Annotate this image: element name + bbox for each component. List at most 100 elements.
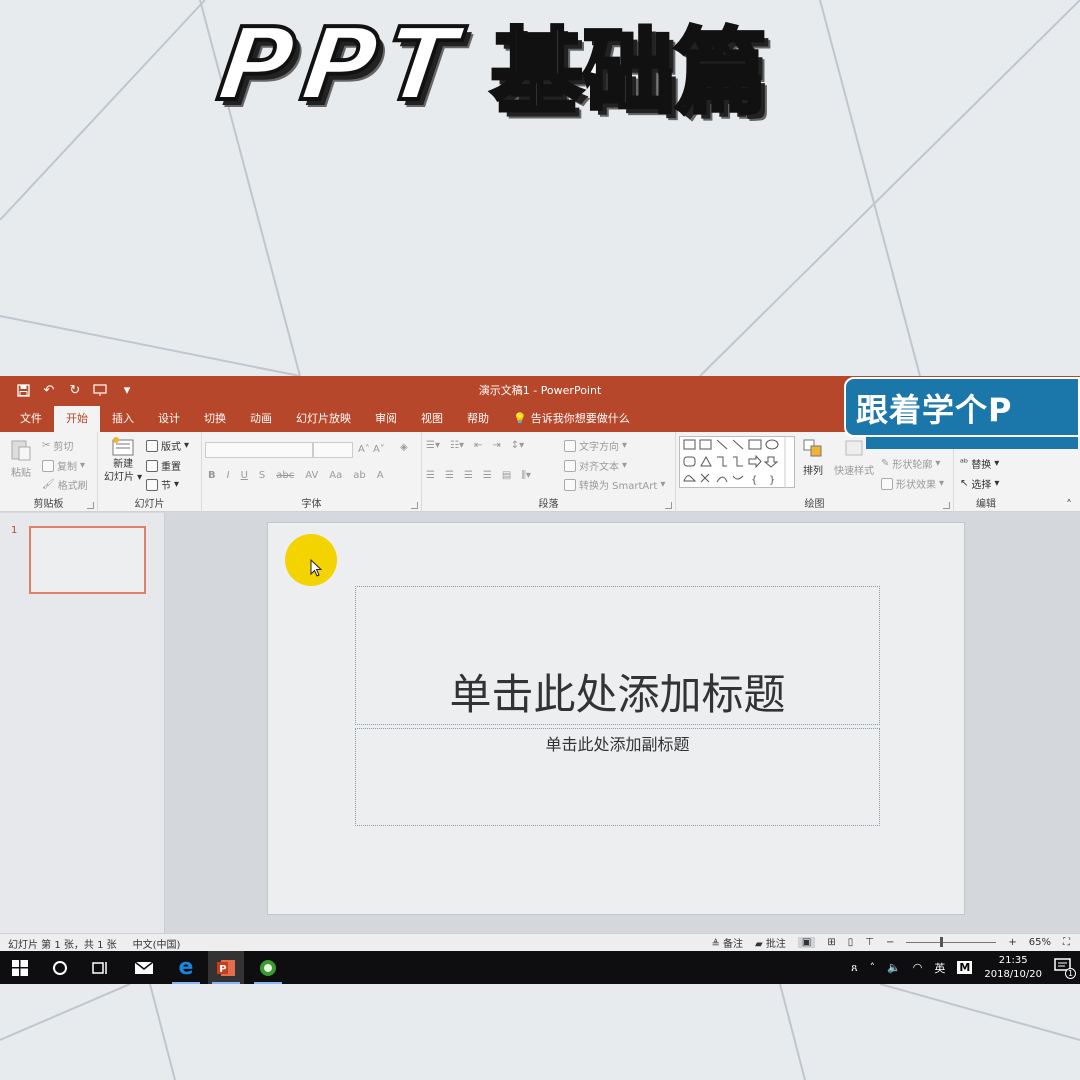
columns-icon[interactable]: ⫼▾ — [521, 470, 531, 481]
change-case-button[interactable]: Aa — [329, 470, 342, 481]
paste-button[interactable]: 粘贴 — [10, 438, 32, 479]
clipboard-launcher-icon[interactable] — [87, 502, 94, 509]
fit-to-window-icon[interactable]: ⛶ — [1063, 937, 1070, 948]
tab-slide-show[interactable]: 幻灯片放映 — [284, 406, 363, 432]
zoom-slider[interactable] — [906, 937, 997, 947]
grow-font-icon[interactable]: A˄ A˅ — [358, 444, 385, 455]
text-direction-button[interactable]: 文字方向 ▾ — [564, 438, 627, 453]
camtasia-app-button[interactable] — [250, 951, 286, 984]
cortana-button[interactable] — [42, 951, 78, 984]
zoom-in-icon[interactable]: + — [1008, 937, 1016, 948]
new-slide-label-2: 幻灯片 — [104, 472, 134, 483]
zoom-slider-thumb[interactable] — [940, 937, 944, 947]
italic-button[interactable]: I — [227, 470, 230, 481]
layout-icon — [146, 439, 158, 452]
highlight-button[interactable]: ab — [353, 470, 365, 481]
font-launcher-icon[interactable] — [411, 502, 418, 509]
tell-me-label: 告诉我你想要做什么 — [530, 412, 630, 425]
increase-indent-icon[interactable]: ⇥ — [492, 440, 500, 451]
volume-icon[interactable]: 🔈 — [887, 961, 901, 974]
select-arrow-icon: ↖ — [960, 478, 969, 489]
character-spacing-button[interactable]: AV — [305, 470, 318, 481]
section-button[interactable]: 节 ▾ — [146, 477, 179, 492]
strikethrough-button[interactable]: abc — [276, 470, 294, 481]
zoom-level[interactable]: 65% — [1029, 937, 1051, 948]
align-buttons: ☰ ☰ ☰ ☰ ▤ ⫼▾ — [426, 470, 531, 481]
action-center-icon[interactable]: 1 — [1054, 958, 1076, 979]
layout-button[interactable]: 版式 ▾ — [146, 438, 189, 453]
tab-file[interactable]: 文件 — [8, 406, 54, 432]
tab-design[interactable]: 设计 — [146, 406, 192, 432]
ime-mode-icon[interactable]: M — [957, 961, 973, 974]
subtitle-placeholder[interactable]: 单击此处添加副标题 — [355, 728, 880, 826]
tab-transitions[interactable]: 切换 — [192, 406, 238, 432]
numbering-icon[interactable]: ☷▾ — [450, 440, 464, 451]
align-text-button[interactable]: 对齐文本 ▾ — [564, 458, 627, 473]
normal-view-icon[interactable]: ▣ — [797, 937, 816, 948]
tab-animations[interactable]: 动画 — [238, 406, 284, 432]
start-button[interactable] — [2, 951, 38, 984]
distributed-icon[interactable]: ▤ — [502, 470, 511, 481]
justify-icon[interactable]: ☰ — [483, 470, 492, 481]
mail-app-button[interactable] — [126, 951, 162, 984]
group-clipboard: 粘贴 ✂ 剪切 复制 ▾ 🖌 格式刷 剪贴板 — [0, 432, 98, 512]
comments-label: 批注 — [765, 939, 786, 950]
slide-canvas[interactable]: 单击此处添加标题 单击此处添加副标题 — [267, 522, 965, 915]
slide-thumbnail[interactable] — [29, 526, 146, 594]
smartart-button[interactable]: 转换为 SmartArt ▾ — [564, 477, 665, 492]
tab-home[interactable]: 开始 — [54, 406, 100, 432]
task-view-button[interactable] — [82, 951, 118, 984]
underline-button[interactable]: U — [241, 470, 248, 481]
comments-button[interactable]: ▰ 批注 — [755, 935, 786, 950]
reset-button[interactable]: 重置 — [146, 458, 181, 473]
replace-button[interactable]: ᵃᵇ 替换 ▾ — [960, 456, 999, 471]
edge-browser-button[interactable]: e — [168, 951, 204, 984]
copy-button[interactable]: 复制 ▾ — [42, 458, 85, 473]
clock[interactable]: 21:35 2018/10/20 — [984, 954, 1042, 982]
group-label-paragraph: 段落 — [538, 499, 559, 510]
powerpoint-app-button[interactable]: P — [208, 951, 244, 984]
font-color-button[interactable]: A — [377, 470, 384, 481]
format-painter-button[interactable]: 🖌 格式刷 — [42, 477, 88, 492]
shadow-button[interactable]: S — [259, 470, 265, 481]
font-size-select[interactable] — [313, 442, 353, 458]
cut-button[interactable]: ✂ 剪切 — [42, 438, 73, 453]
align-center-icon[interactable]: ☰ — [445, 470, 454, 481]
language-indicator[interactable]: 中文(中国) — [133, 936, 181, 951]
clear-formatting-icon[interactable]: ◈ — [400, 442, 408, 453]
shape-effects-button[interactable]: 形状效果 ▾ — [881, 476, 944, 491]
align-right-icon[interactable]: ☰ — [464, 470, 473, 481]
font-name-select[interactable] — [205, 442, 313, 458]
tell-me-search[interactable]: 💡 告诉我你想要做什么 — [501, 406, 642, 432]
show-hidden-icons-chevron-icon[interactable]: ˄ — [870, 961, 876, 974]
tab-view[interactable]: 视图 — [409, 406, 455, 432]
wifi-icon[interactable]: ◠ — [913, 961, 923, 974]
tab-insert[interactable]: 插入 — [100, 406, 146, 432]
zoom-out-icon[interactable]: − — [886, 937, 894, 948]
title-placeholder[interactable]: 单击此处添加标题 — [355, 586, 880, 725]
align-left-icon[interactable]: ☰ — [426, 470, 435, 481]
bold-button[interactable]: B — [208, 470, 216, 481]
powerpoint-icon: P — [217, 959, 235, 976]
shapes-gallery[interactable]: { } — [679, 436, 795, 488]
bullets-icon[interactable]: ☰▾ — [426, 440, 440, 451]
collapse-ribbon-icon[interactable]: ˄ — [1066, 498, 1072, 512]
tab-help[interactable]: 帮助 — [455, 406, 501, 432]
slide-show-icon[interactable]: ⊤ — [865, 937, 874, 948]
people-icon[interactable]: ጸ — [851, 961, 857, 975]
decrease-indent-icon[interactable]: ⇤ — [474, 440, 482, 451]
line-spacing-icon[interactable]: ↕▾ — [511, 440, 524, 451]
reading-view-icon[interactable]: ▯ — [848, 937, 854, 948]
tab-review[interactable]: 审阅 — [363, 406, 409, 432]
scissors-icon: ✂ — [42, 440, 51, 451]
new-slide-button[interactable]: 新建 幻灯片 ▾ — [104, 436, 142, 484]
select-button[interactable]: ↖ 选择 ▾ — [960, 476, 999, 491]
arrange-button[interactable]: 排列 — [802, 438, 824, 477]
input-method-indicator[interactable]: 英 — [934, 960, 945, 976]
drawing-launcher-icon[interactable] — [943, 502, 950, 509]
paragraph-launcher-icon[interactable] — [665, 502, 672, 509]
section-label: 节 — [161, 481, 171, 492]
shape-outline-button[interactable]: ✎ 形状轮廓 ▾ — [881, 456, 940, 471]
slide-sorter-icon[interactable]: ⊞ — [827, 937, 835, 948]
notes-button[interactable]: ≜ 备注 — [711, 935, 743, 950]
